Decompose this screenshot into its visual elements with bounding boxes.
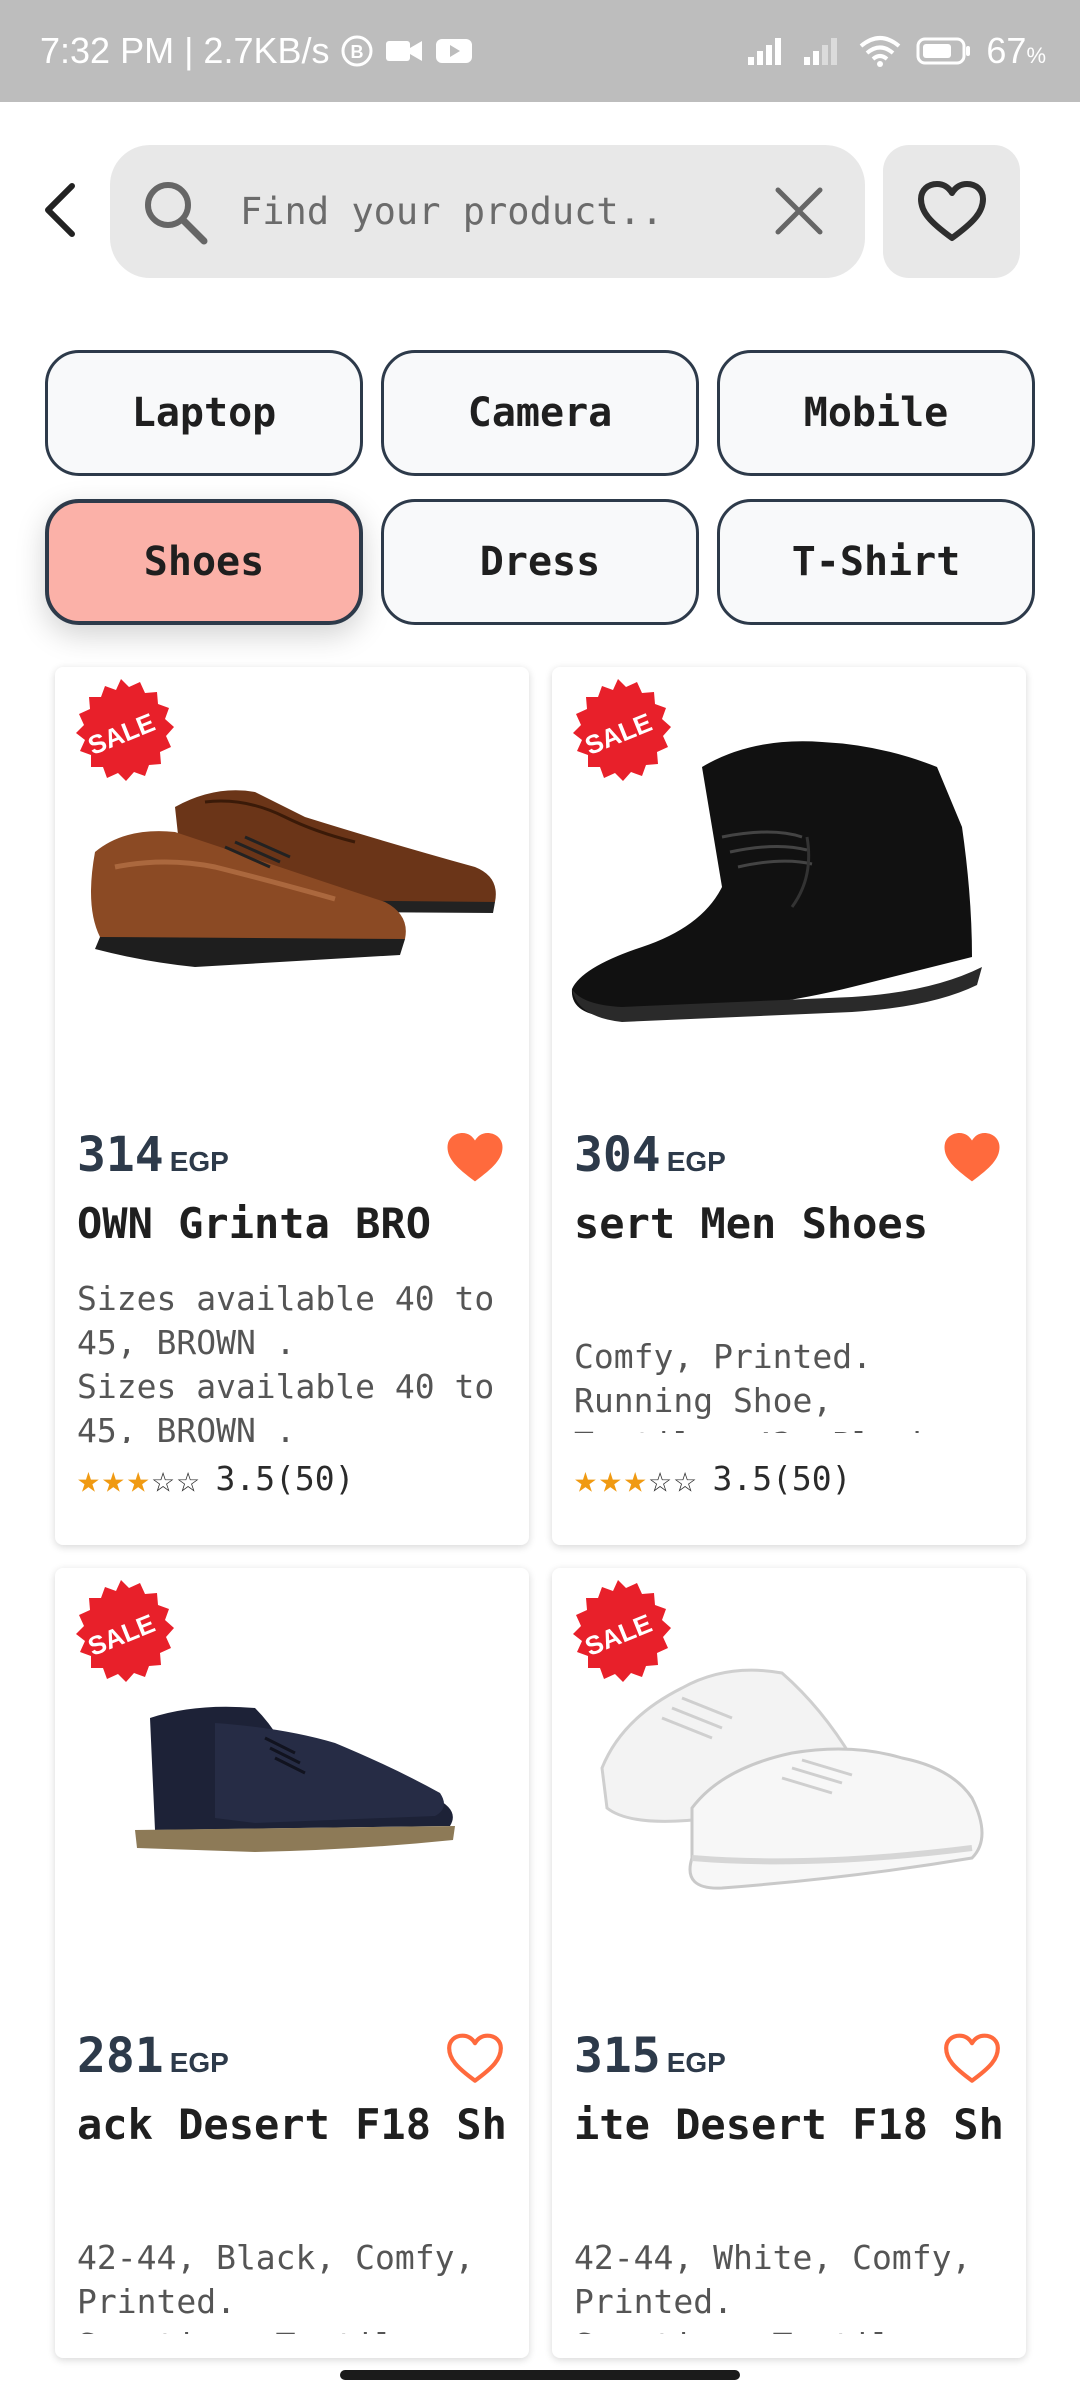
product-description: 42-44, White, Comfy, Printed. Sportive, …: [574, 2238, 972, 2334]
category-chip-shoes[interactable]: Shoes: [45, 499, 363, 625]
star-empty-icon: ☆: [673, 1456, 697, 1501]
heart-outline-icon: [917, 180, 986, 241]
signal-icon: [802, 35, 844, 67]
product-card[interactable]: SALE 304 EGP sert Men Shoes Comfy, Print…: [552, 667, 1026, 1545]
status-bar: 7:32 PM | 2.7KB/s B 67%: [0, 0, 1080, 102]
sale-badge: SALE: [573, 679, 671, 781]
product-card[interactable]: SALE 314 EGP OWN Grinta BRO Sizes availa…: [55, 667, 529, 1545]
star-full-icon: ★: [126, 1456, 150, 1501]
back-arrow-icon: [45, 183, 75, 237]
youtube-icon: [434, 36, 474, 66]
close-icon: [775, 187, 823, 235]
signal-icon: [746, 35, 788, 67]
product-description: Sizes available 40 to 45, BROWN . Sizes …: [77, 1279, 495, 1443]
sale-badge: SALE: [76, 1580, 174, 1682]
product-price: 281 EGP: [77, 2028, 229, 2084]
home-indicator[interactable]: [340, 2370, 740, 2380]
star-full-icon: ★: [101, 1456, 125, 1501]
wifi-icon: [858, 34, 902, 68]
product-title: ack Desert F18 Sh: [77, 2100, 507, 2149]
star-full-icon: ★: [623, 1456, 647, 1501]
product-rating: ★ ★ ★ ☆ ☆ 3.5(50): [574, 1456, 852, 1501]
back-button[interactable]: [30, 170, 90, 250]
sale-badge: SALE: [76, 679, 174, 781]
category-chip-camera[interactable]: Camera: [381, 350, 699, 476]
clear-search-button[interactable]: [769, 181, 829, 241]
product-card[interactable]: SALE 281 EGP ack Desert F18 Sh 42-44, Bl…: [55, 1568, 529, 2358]
star-full-icon: ★: [77, 1456, 100, 1501]
product-price: 314 EGP: [77, 1127, 229, 1183]
heart-outline-icon[interactable]: [942, 2032, 1002, 2086]
product-rating: ★ ★ ★ ☆ ☆ 3.5(50): [77, 1456, 355, 1501]
star-empty-icon: ☆: [176, 1456, 200, 1501]
sale-badge: SALE: [573, 1580, 671, 1682]
favorites-button[interactable]: [883, 145, 1020, 278]
category-chip-tshirt[interactable]: T-Shirt: [717, 499, 1035, 625]
heart-filled-icon[interactable]: [942, 1131, 1002, 1185]
product-price: 315 EGP: [574, 2028, 726, 2084]
product-title: OWN Grinta BRO: [77, 1199, 432, 1248]
svg-text:B: B: [350, 42, 363, 62]
b-notification-icon: B: [340, 34, 374, 68]
heart-filled-icon[interactable]: [445, 1131, 505, 1185]
status-time-speed: 7:32 PM | 2.7KB/s: [40, 30, 330, 71]
category-chip-mobile[interactable]: Mobile: [717, 350, 1035, 476]
video-camera-icon: [384, 36, 424, 66]
search-box: [110, 145, 865, 278]
category-chip-laptop[interactable]: Laptop: [45, 350, 363, 476]
product-card[interactable]: SALE 315 EGP ite Desert F18 Sh 42-44, Wh…: [552, 1568, 1026, 2358]
heart-outline-icon[interactable]: [445, 2032, 505, 2086]
product-description: 42-44, Black, Comfy, Printed. Sportive, …: [77, 2238, 475, 2334]
product-title: sert Men Shoes: [574, 1199, 929, 1248]
star-full-icon: ★: [598, 1456, 622, 1501]
search-input[interactable]: [240, 175, 760, 247]
search-icon: [140, 177, 210, 251]
product-price: 304 EGP: [574, 1127, 726, 1183]
category-chip-dress[interactable]: Dress: [381, 499, 699, 625]
star-empty-icon: ☆: [648, 1456, 672, 1501]
product-title: ite Desert F18 Sh: [574, 2100, 1004, 2149]
product-description: Comfy, Printed. Running Shoe, Textile, 4…: [574, 1337, 952, 1433]
star-empty-icon: ☆: [151, 1456, 175, 1501]
battery-level: 67%: [986, 30, 1046, 71]
battery-icon: [916, 35, 972, 67]
star-full-icon: ★: [574, 1456, 597, 1501]
